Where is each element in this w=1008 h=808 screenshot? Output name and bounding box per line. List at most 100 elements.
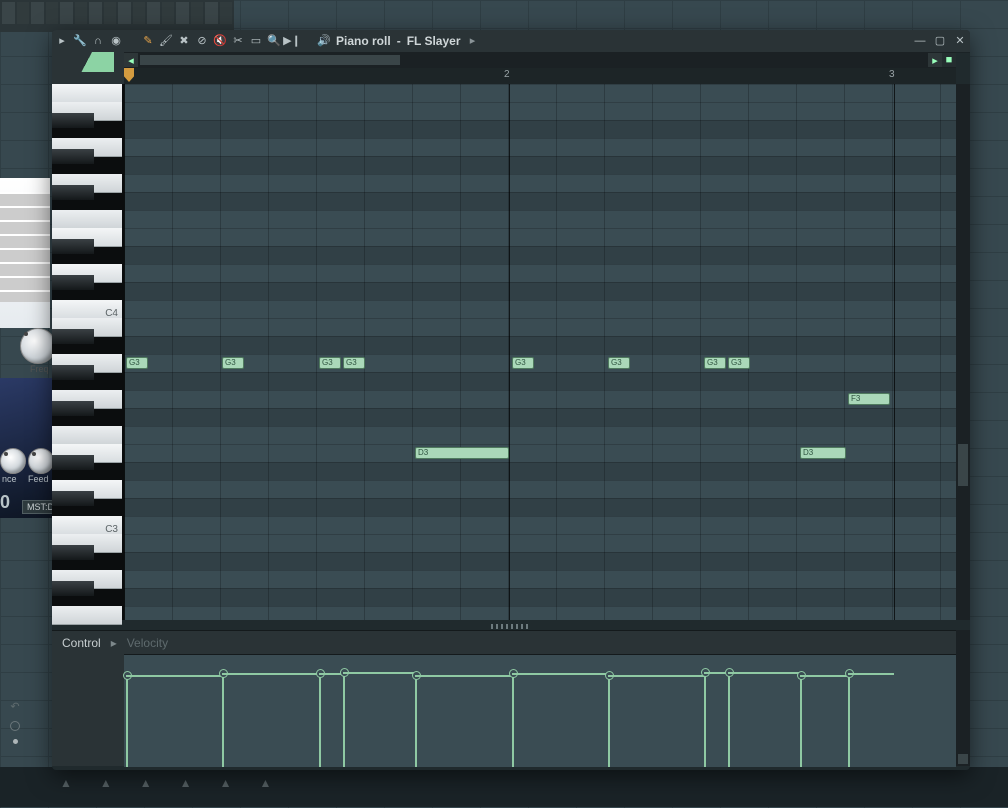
- midi-note[interactable]: G3: [222, 357, 244, 369]
- white-key[interactable]: [52, 606, 122, 625]
- title-sep: -: [397, 30, 401, 52]
- velocity-bar[interactable]: [800, 675, 802, 767]
- velocity-bar[interactable]: [415, 675, 417, 767]
- magnet-icon[interactable]: ∩: [92, 35, 104, 47]
- midi-note[interactable]: D3: [415, 447, 509, 459]
- nce-knob[interactable]: [0, 448, 26, 474]
- draw-tool-icon[interactable]: ✎: [142, 35, 154, 47]
- black-key[interactable]: [52, 401, 94, 416]
- minimize-icon[interactable]: ―: [914, 35, 926, 47]
- velocity-step: [415, 675, 512, 677]
- black-key[interactable]: [52, 329, 94, 344]
- select-tool-icon[interactable]: ▭: [250, 35, 262, 47]
- playback-tool-icon[interactable]: ▶❙: [286, 35, 298, 47]
- midi-note[interactable]: D3: [800, 447, 846, 459]
- midi-note[interactable]: G3: [126, 357, 148, 369]
- velocity-bar[interactable]: [848, 673, 850, 767]
- feed-knob[interactable]: [28, 448, 54, 474]
- scroll-right-icon[interactable]: ▸: [928, 53, 942, 67]
- black-key[interactable]: [52, 149, 94, 164]
- velocity-bar[interactable]: [343, 672, 345, 767]
- black-key[interactable]: [52, 185, 94, 200]
- control-label: Control: [62, 636, 101, 650]
- speaker-icon[interactable]: 🔊: [318, 35, 330, 47]
- title-app: Piano roll: [336, 30, 391, 52]
- white-key[interactable]: [52, 426, 122, 445]
- white-key[interactable]: C4: [52, 300, 122, 319]
- velocity-bar[interactable]: [704, 672, 706, 767]
- midi-note[interactable]: G3: [319, 357, 341, 369]
- white-key[interactable]: [52, 210, 122, 229]
- velocity-step: [512, 673, 608, 675]
- vertical-thumb[interactable]: [958, 444, 968, 486]
- control-menu-button[interactable]: [958, 754, 968, 764]
- dot-icon: [13, 739, 18, 744]
- piano-roll-window: ▸ 🔧 ∩ ◉ ✎ 🖌 ✖ ⊘ 🔇 ✂ ▭ 🔍 ▶❙ 🔊 Piano roll …: [52, 30, 970, 770]
- bar-ruler[interactable]: 2 3: [124, 68, 956, 84]
- step-sequencer-strip: [0, 0, 234, 32]
- wrench-icon[interactable]: 🔧: [74, 35, 86, 47]
- velocity-step: [343, 672, 415, 674]
- paint-tool-icon[interactable]: 🖌: [160, 35, 172, 47]
- close-icon[interactable]: ✕: [954, 35, 966, 47]
- record-icon[interactable]: [10, 721, 20, 731]
- velocity-step: [222, 673, 319, 675]
- midi-note[interactable]: F3: [848, 393, 890, 405]
- freq-knob[interactable]: [20, 328, 56, 364]
- stamp-icon[interactable]: ◉: [110, 35, 122, 47]
- scroll-zoom-icon[interactable]: ■: [942, 53, 956, 67]
- pane-resize-handle[interactable]: [491, 624, 531, 629]
- bar-number: 2: [504, 69, 510, 80]
- menu-arrow-icon[interactable]: ▸: [56, 35, 68, 47]
- note-grid[interactable]: G3G3G3G3G3G3G3G3F3D3D3: [124, 84, 956, 620]
- white-key[interactable]: C3: [52, 516, 122, 535]
- white-key[interactable]: [52, 84, 122, 103]
- control-param[interactable]: Velocity: [127, 636, 168, 650]
- velocity-bar[interactable]: [512, 673, 514, 767]
- scroll-left-icon[interactable]: ◂: [124, 53, 138, 67]
- playhead-marker[interactable]: [124, 68, 134, 82]
- black-key[interactable]: [52, 545, 94, 560]
- black-key[interactable]: [52, 113, 94, 128]
- velocity-bar[interactable]: [728, 672, 730, 767]
- titlebar[interactable]: ▸ 🔧 ∩ ◉ ✎ 🖌 ✖ ⊘ 🔇 ✂ ▭ 🔍 ▶❙ 🔊 Piano roll …: [52, 30, 970, 53]
- velocity-step: [608, 675, 704, 677]
- zoom-tool-icon[interactable]: 🔍: [268, 35, 280, 47]
- maximize-icon[interactable]: ▢: [934, 35, 946, 47]
- velocity-bar[interactable]: [126, 675, 128, 767]
- control-header[interactable]: Control ▸ Velocity: [52, 630, 956, 655]
- black-key[interactable]: [52, 581, 94, 596]
- midi-note[interactable]: G3: [512, 357, 534, 369]
- mute-tool-icon[interactable]: ⊘: [196, 35, 208, 47]
- black-key[interactable]: [52, 455, 94, 470]
- bottom-arrows: ▲▲▲▲▲▲: [60, 776, 271, 790]
- black-key[interactable]: [52, 239, 94, 254]
- velocity-bar[interactable]: [319, 673, 321, 767]
- bar-number: 3: [889, 69, 895, 80]
- piano-keyboard[interactable]: C4 C3: [52, 84, 125, 620]
- freq-label: Freq: [30, 364, 49, 374]
- velocity-pane[interactable]: [124, 654, 956, 767]
- velocity-bar[interactable]: [608, 675, 610, 767]
- plugin-panel-partial: Freq nce Feed: [0, 178, 52, 518]
- title-target: FL Slayer: [407, 30, 461, 52]
- pattern-tab[interactable]: [62, 52, 114, 72]
- black-key[interactable]: [52, 275, 94, 290]
- midi-note[interactable]: G3: [343, 357, 365, 369]
- scroll-thumb[interactable]: [140, 55, 400, 65]
- title-arrow-icon[interactable]: ▸: [467, 35, 479, 47]
- midi-note[interactable]: G3: [728, 357, 750, 369]
- velocity-bar[interactable]: [222, 673, 224, 767]
- black-key[interactable]: [52, 491, 94, 506]
- nce-label: nce: [2, 474, 17, 484]
- slice-tool-icon[interactable]: ✂: [232, 35, 244, 47]
- history-back-icon[interactable]: ↶: [10, 700, 19, 713]
- delete-tool-icon[interactable]: ✖: [178, 35, 190, 47]
- slip-tool-icon[interactable]: 🔇: [214, 35, 226, 47]
- black-key[interactable]: [52, 365, 94, 380]
- midi-note[interactable]: G3: [608, 357, 630, 369]
- velocity-step: [126, 675, 222, 677]
- vertical-scrollbar[interactable]: [956, 84, 970, 620]
- timeline-scrollbar[interactable]: ◂ ▸ ■: [124, 52, 956, 68]
- midi-note[interactable]: G3: [704, 357, 726, 369]
